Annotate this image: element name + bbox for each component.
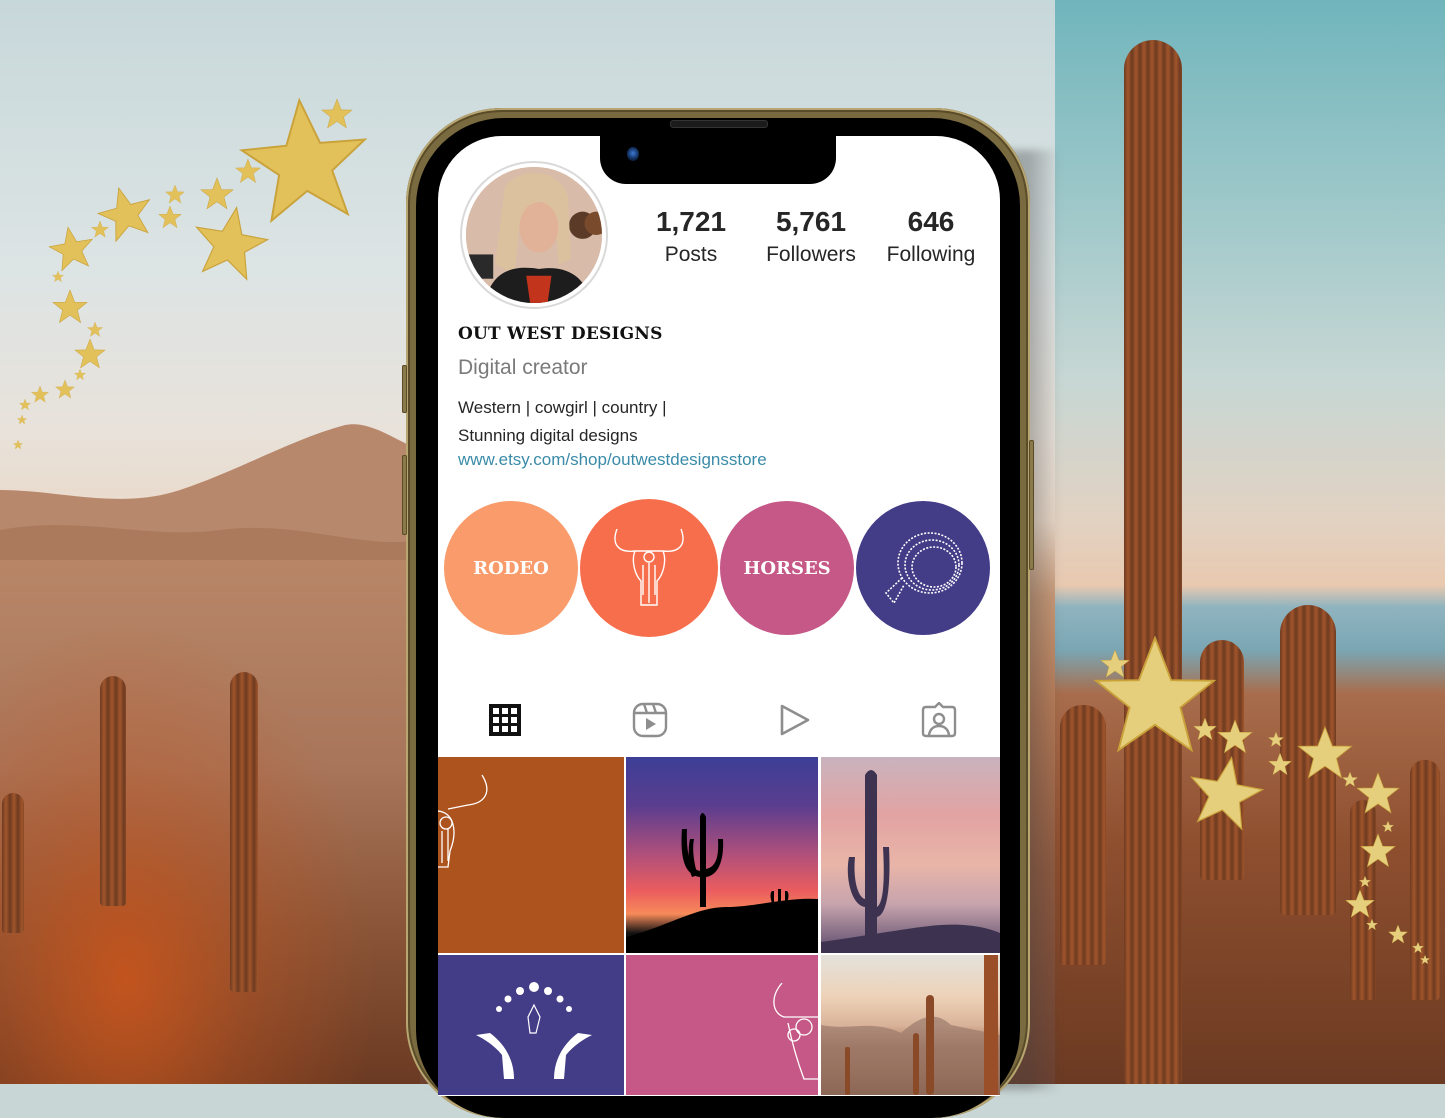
tab-tagged[interactable] <box>919 700 959 740</box>
post-tile[interactable] <box>438 757 624 953</box>
followers-count[interactable]: 5,761 Followers <box>756 206 866 270</box>
phone-volume-up-button <box>402 365 407 413</box>
bio-line: Western | cowgirl | country | <box>458 398 667 417</box>
tab-reels[interactable] <box>630 700 670 740</box>
highlight-label: HORSES <box>743 557 831 579</box>
moon-phases-hands-icon <box>476 982 592 1079</box>
followers-count-value: 5,761 <box>775 206 847 237</box>
cactus <box>100 676 126 906</box>
tagged-user-icon <box>921 702 957 738</box>
highlight-lasso[interactable] <box>856 501 990 635</box>
tab-videos[interactable] <box>775 700 815 740</box>
posts-count[interactable]: 1,721 Posts <box>641 206 741 270</box>
grid-icon <box>489 704 521 736</box>
gold-stars-decoration-right <box>1080 630 1430 965</box>
desert-landscape <box>821 955 1000 1095</box>
post-tile[interactable] <box>626 757 818 953</box>
post-tile[interactable] <box>438 955 624 1095</box>
profile-bio: Western | cowgirl | country | Stunning d… <box>458 394 667 450</box>
front-camera <box>627 147 639 161</box>
cactus <box>2 793 24 933</box>
play-icon <box>780 704 810 736</box>
followers-label: Followers <box>766 243 856 266</box>
floral-bull-skull-icon <box>773 983 818 1080</box>
post-tile[interactable] <box>821 757 1000 953</box>
phone-volume-down-button <box>402 455 407 535</box>
following-label: Following <box>886 243 976 266</box>
profile-tabs <box>438 700 1000 750</box>
post-tile[interactable] <box>626 955 818 1095</box>
gold-stars-decoration-left <box>13 80 400 450</box>
highlight-horses[interactable]: HORSES <box>720 501 854 635</box>
profile-avatar[interactable] <box>460 161 608 309</box>
following-count[interactable]: 646 Following <box>878 206 984 270</box>
desert-ground <box>0 560 420 1084</box>
instagram-profile-screen: 1,721 Posts 5,761 Followers 646 Followin… <box>438 136 1000 1096</box>
post-tile[interactable] <box>821 955 1000 1095</box>
posts-label: Posts <box>664 243 718 266</box>
profile-website-link[interactable]: www.etsy.com/shop/outwestdesignsstore <box>458 450 767 470</box>
reels-icon <box>632 702 668 738</box>
phone-power-button <box>1029 440 1034 570</box>
saguaro-silhouette <box>626 813 818 953</box>
highlight-bull-skull[interactable] <box>580 499 718 637</box>
following-count-value: 646 <box>907 206 955 237</box>
profile-photo <box>466 167 602 303</box>
profile-username: OUT WEST DESIGNS <box>458 324 663 344</box>
saguaro-silhouette <box>821 770 1000 953</box>
cactus <box>230 672 258 992</box>
highlight-label: RODEO <box>473 557 549 579</box>
posts-count-value: 1,721 <box>655 206 727 237</box>
phone-speaker <box>670 120 768 128</box>
bull-skull-icon <box>614 528 684 606</box>
lasso-icon <box>884 532 963 605</box>
tab-posts-grid[interactable] <box>485 700 525 740</box>
profile-category: Digital creator <box>458 356 588 379</box>
bio-line: Stunning digital designs <box>458 426 638 445</box>
bull-skull-icon <box>438 774 488 868</box>
highlight-rodeo[interactable]: RODEO <box>444 501 578 635</box>
